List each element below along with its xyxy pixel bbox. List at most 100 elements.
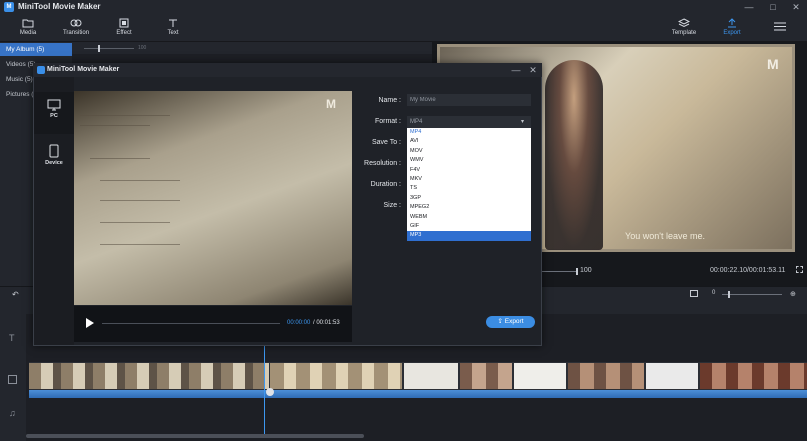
format-option-f4v[interactable]: F4V <box>407 166 531 175</box>
handwriting-line <box>80 125 150 126</box>
timeline-zoom-handle[interactable] <box>728 291 730 298</box>
format-option-wmv[interactable]: WMV <box>407 156 531 165</box>
total-time: / 00:01:53 <box>313 320 340 326</box>
format-option-gif[interactable]: GIF <box>407 222 531 231</box>
duration-label: Duration : <box>370 181 401 188</box>
format-label: Format : <box>374 118 401 125</box>
play-icon[interactable] <box>86 318 94 328</box>
handwriting-line <box>100 180 180 181</box>
transition-icon <box>70 19 82 27</box>
media-label: Media <box>19 30 37 36</box>
format-option-mov[interactable]: MOV <box>407 147 531 156</box>
upload-icon: ⇪ <box>497 318 505 325</box>
effect-icon <box>119 18 129 28</box>
preview-time: 00:00:22.10/00:01:53.11 <box>710 267 786 274</box>
name-label: Name : <box>378 97 401 104</box>
text-button[interactable]: Text <box>149 14 197 42</box>
app-logo: M <box>4 2 14 12</box>
close-button[interactable]: ✕ <box>786 1 806 13</box>
dialog-preview-watermark: M <box>326 97 336 111</box>
media-zoom-handle[interactable] <box>98 45 100 52</box>
export-button[interactable]: ⇪ Export <box>486 316 535 328</box>
title-bar <box>0 0 807 14</box>
text-track-icon: T <box>9 333 15 343</box>
device-mobile-label: Device <box>45 160 63 166</box>
album-my-album[interactable]: My Album (5) <box>0 43 72 56</box>
current-time: 00:00:00 <box>287 320 311 326</box>
volume-slider[interactable] <box>542 271 578 272</box>
format-option-webm[interactable]: WEBM <box>407 213 531 222</box>
audio-waveform[interactable] <box>29 390 807 398</box>
seek-bar[interactable] <box>102 323 280 324</box>
split-icon[interactable] <box>266 388 274 396</box>
handwriting-line <box>90 158 150 159</box>
handwriting-line <box>100 222 170 223</box>
video-clip[interactable] <box>460 363 512 389</box>
video-clip[interactable] <box>646 363 698 389</box>
handwriting-line <box>100 200 180 201</box>
media-zoom-slider[interactable] <box>84 48 134 49</box>
media-zoom-value: 100 <box>138 45 147 51</box>
preview-watermark: M <box>767 56 779 72</box>
format-option-mpeg2[interactable]: MPEG2 <box>407 203 531 212</box>
text-icon <box>169 19 177 27</box>
zoom-in-icon[interactable]: ⊕ <box>790 290 796 298</box>
format-option-mkv[interactable]: MKV <box>407 175 531 184</box>
resolution-label: Resolution : <box>364 160 401 167</box>
menu-icon[interactable] <box>774 22 786 31</box>
timeline-zoom-value: 0 <box>712 290 716 296</box>
dialog-preview-image <box>74 91 352 305</box>
transition-button[interactable]: Transition <box>52 14 100 42</box>
media-button[interactable]: Media <box>4 14 52 42</box>
handwriting-line <box>80 115 170 116</box>
video-track-icon <box>8 375 17 384</box>
name-input[interactable] <box>407 94 531 106</box>
phone-icon <box>49 144 59 158</box>
track-labels <box>0 302 26 441</box>
dialog-title: MiniTool Movie Maker <box>47 66 120 73</box>
device-pc-tab[interactable]: PC <box>34 92 74 134</box>
video-clip[interactable] <box>270 363 402 389</box>
preview-subtitle: You won't leave me. <box>625 231 705 241</box>
video-clip[interactable] <box>404 363 458 389</box>
size-label: Size : <box>383 202 401 209</box>
text-label: Text <box>167 30 179 36</box>
fullscreen-icon[interactable] <box>796 266 803 273</box>
layers-icon <box>678 18 690 28</box>
format-option-mp3[interactable]: MP3 <box>407 231 531 241</box>
save-to-label: Save To : <box>371 139 401 146</box>
preview-subject-image <box>545 60 603 250</box>
format-option-avi[interactable]: AVI <box>407 137 531 146</box>
upload-icon <box>728 18 736 28</box>
volume-handle[interactable] <box>576 268 578 275</box>
export-button-label: Export <box>504 318 524 325</box>
format-option-ts[interactable]: TS <box>407 184 531 193</box>
folder-icon <box>22 19 34 28</box>
format-select[interactable]: MP4 <box>407 116 531 128</box>
timeline-zoom-slider[interactable] <box>722 294 782 295</box>
effect-label: Effect <box>116 30 132 36</box>
handwriting-line <box>100 244 180 245</box>
effect-button[interactable]: Effect <box>100 14 148 42</box>
template-label: Template <box>671 30 697 36</box>
video-clip[interactable] <box>29 363 269 389</box>
video-clip[interactable] <box>568 363 644 389</box>
video-clip[interactable] <box>700 363 807 389</box>
maximize-button[interactable]: □ <box>763 1 783 13</box>
timeline-scrollbar[interactable] <box>26 434 364 438</box>
video-clip[interactable] <box>514 363 566 389</box>
format-option-3gp[interactable]: 3GP <box>407 194 531 203</box>
format-option-mp4[interactable]: MP4 <box>407 128 531 137</box>
dialog-close-button[interactable]: ✕ <box>523 64 543 76</box>
template-button[interactable]: Template <box>660 14 708 42</box>
dialog-app-logo <box>37 66 45 74</box>
export-toolbar-button[interactable]: Export <box>708 14 756 42</box>
device-pc-label: PC <box>50 113 58 119</box>
device-mobile-tab[interactable]: Device <box>34 138 74 180</box>
minimize-button[interactable]: — <box>739 1 759 13</box>
fit-icon[interactable] <box>690 290 698 297</box>
app-title: MiniTool Movie Maker <box>18 2 101 11</box>
chevron-down-icon[interactable]: ▾ <box>521 116 524 128</box>
undo-icon[interactable]: ↶ <box>12 290 19 299</box>
transition-label: Transition <box>62 30 90 36</box>
